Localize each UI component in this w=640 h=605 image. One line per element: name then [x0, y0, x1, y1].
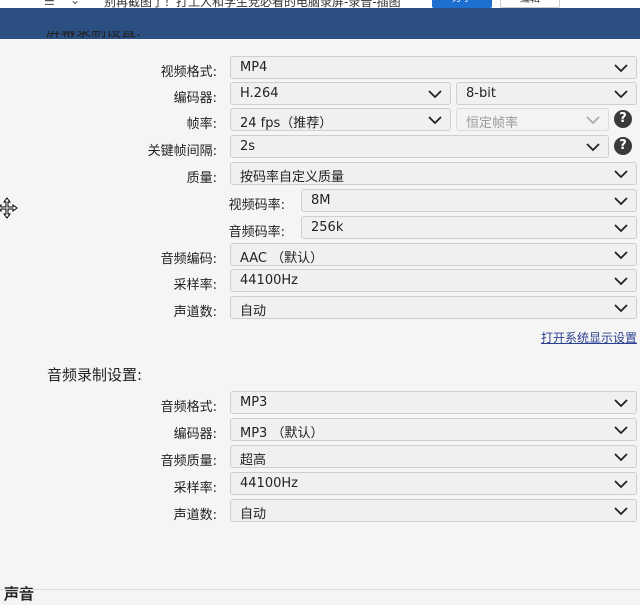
chevron-down-icon	[614, 224, 628, 233]
encoder-label: 编码器:	[173, 91, 217, 106]
open-display-settings-link[interactable]: 打开系统显示设置	[541, 329, 637, 346]
audio-encoder-select[interactable]: MP3 （默认）	[230, 418, 637, 441]
framerate-value: 24 fps（推荐）	[240, 116, 333, 131]
framerate-mode-select: 恒定帧率	[456, 108, 609, 131]
chevron-down-icon	[428, 116, 442, 125]
audio-samplerate-label: 采样率:	[173, 481, 217, 496]
chevron-down-icon	[614, 251, 628, 260]
audio-encoder-value: MP3 （默认）	[240, 426, 324, 441]
sound-section-title: 声音	[4, 585, 35, 603]
share-label: 分享	[452, 0, 472, 4]
chevron-down-icon	[614, 399, 628, 408]
audio-format-value: MP3	[240, 395, 268, 410]
quality-label: 质量:	[186, 171, 217, 186]
background-window-strip: ☰ ⌄ 别再截图了！打工人和学生党必看的电脑录屏-录音-插图 分享 编辑	[0, 0, 640, 8]
chevron-down-icon	[614, 277, 628, 286]
audio-channels-select[interactable]: 自动	[230, 499, 637, 522]
audio-codec-label: 音频编码:	[160, 252, 217, 267]
audio-samplerate-value: 44100Hz	[240, 476, 298, 491]
quality-select[interactable]: 按码率自定义质量	[230, 162, 637, 185]
screen-record-section-title: 屏幕录制设置:	[46, 31, 142, 40]
audio-quality-label: 音频质量:	[160, 454, 217, 469]
chevron-down-icon	[428, 90, 442, 99]
audio-codec-value: AAC （默认）	[240, 251, 324, 266]
keyframe-help-icon[interactable]: ?	[614, 137, 632, 155]
audio-channels-label: 声道数:	[173, 508, 217, 523]
channels-value: 自动	[240, 304, 267, 319]
chevron-down-icon	[614, 480, 628, 489]
chevron-down-icon	[614, 453, 628, 462]
channels-label: 声道数:	[173, 305, 217, 320]
chevron-down-icon	[586, 143, 600, 152]
bit-depth-value: 8-bit	[466, 86, 496, 101]
chevron-down-icon	[614, 304, 628, 313]
keyframe-value: 2s	[240, 139, 256, 154]
edit-label: 编辑	[520, 0, 540, 5]
encoder-select[interactable]: H.264	[230, 82, 451, 105]
edit-button[interactable]: 编辑	[500, 0, 560, 8]
bit-depth-select[interactable]: 8-bit	[456, 82, 637, 105]
channels-select[interactable]: 自动	[230, 296, 637, 319]
chevron-down-icon	[614, 170, 628, 179]
framerate-label: 帧率:	[186, 117, 217, 132]
chevron-down-icon	[586, 116, 600, 125]
audio-encoder-label: 编码器:	[173, 427, 217, 442]
samplerate-value: 44100Hz	[240, 273, 298, 288]
chevron-down-icon	[614, 426, 628, 435]
audio-channels-value: 自动	[240, 507, 267, 522]
audio-quality-select[interactable]: 超高	[230, 445, 637, 468]
framerate-help-icon[interactable]: ?	[614, 110, 632, 128]
audio-format-select[interactable]: MP3	[230, 391, 637, 414]
video-bitrate-value: 8M	[311, 193, 331, 208]
chevron-down-icon	[614, 197, 628, 206]
chevron-down-icon	[614, 90, 628, 99]
video-bitrate-label: 视频码率:	[228, 198, 285, 213]
chevron-down-icon: ⌄	[70, 0, 81, 7]
samplerate-select[interactable]: 44100Hz	[230, 269, 637, 292]
move-cursor-icon	[0, 197, 18, 219]
quality-value: 按码率自定义质量	[240, 170, 345, 185]
encoder-value: H.264	[240, 86, 279, 101]
video-format-value: MP4	[240, 60, 268, 75]
share-button[interactable]: 分享	[432, 0, 492, 8]
audio-bitrate-label: 音频码率:	[228, 225, 285, 240]
keyframe-label: 关键帧间隔:	[147, 144, 217, 159]
chevron-down-icon	[614, 64, 628, 73]
section-divider	[0, 589, 640, 590]
keyframe-select[interactable]: 2s	[230, 135, 609, 158]
audio-format-label: 音频格式:	[160, 400, 217, 415]
audio-bitrate-value: 256k	[311, 220, 344, 235]
samplerate-label: 采样率:	[173, 278, 217, 293]
background-article-title: 别再截图了！打工人和学生党必看的电脑录屏-录音-插图	[104, 0, 401, 8]
video-format-label: 视频格式:	[160, 65, 217, 80]
audio-codec-select[interactable]: AAC （默认）	[230, 243, 637, 266]
settings-content: 屏幕录制设置: 视频格式: MP4 编码器: H.264 8-bit 帧率: 2…	[0, 31, 640, 605]
audio-quality-value: 超高	[240, 453, 267, 468]
chevron-down-icon	[614, 507, 628, 516]
framerate-select[interactable]: 24 fps（推荐）	[230, 108, 451, 131]
audio-record-section-title: 音频录制设置:	[47, 366, 143, 384]
audio-bitrate-select[interactable]: 256k	[301, 216, 637, 239]
audio-samplerate-select[interactable]: 44100Hz	[230, 472, 637, 495]
framerate-mode-value: 恒定帧率	[466, 116, 519, 131]
video-format-select[interactable]: MP4	[230, 56, 637, 79]
menu-icon: ☰	[44, 0, 55, 8]
video-bitrate-select[interactable]: 8M	[301, 189, 637, 212]
